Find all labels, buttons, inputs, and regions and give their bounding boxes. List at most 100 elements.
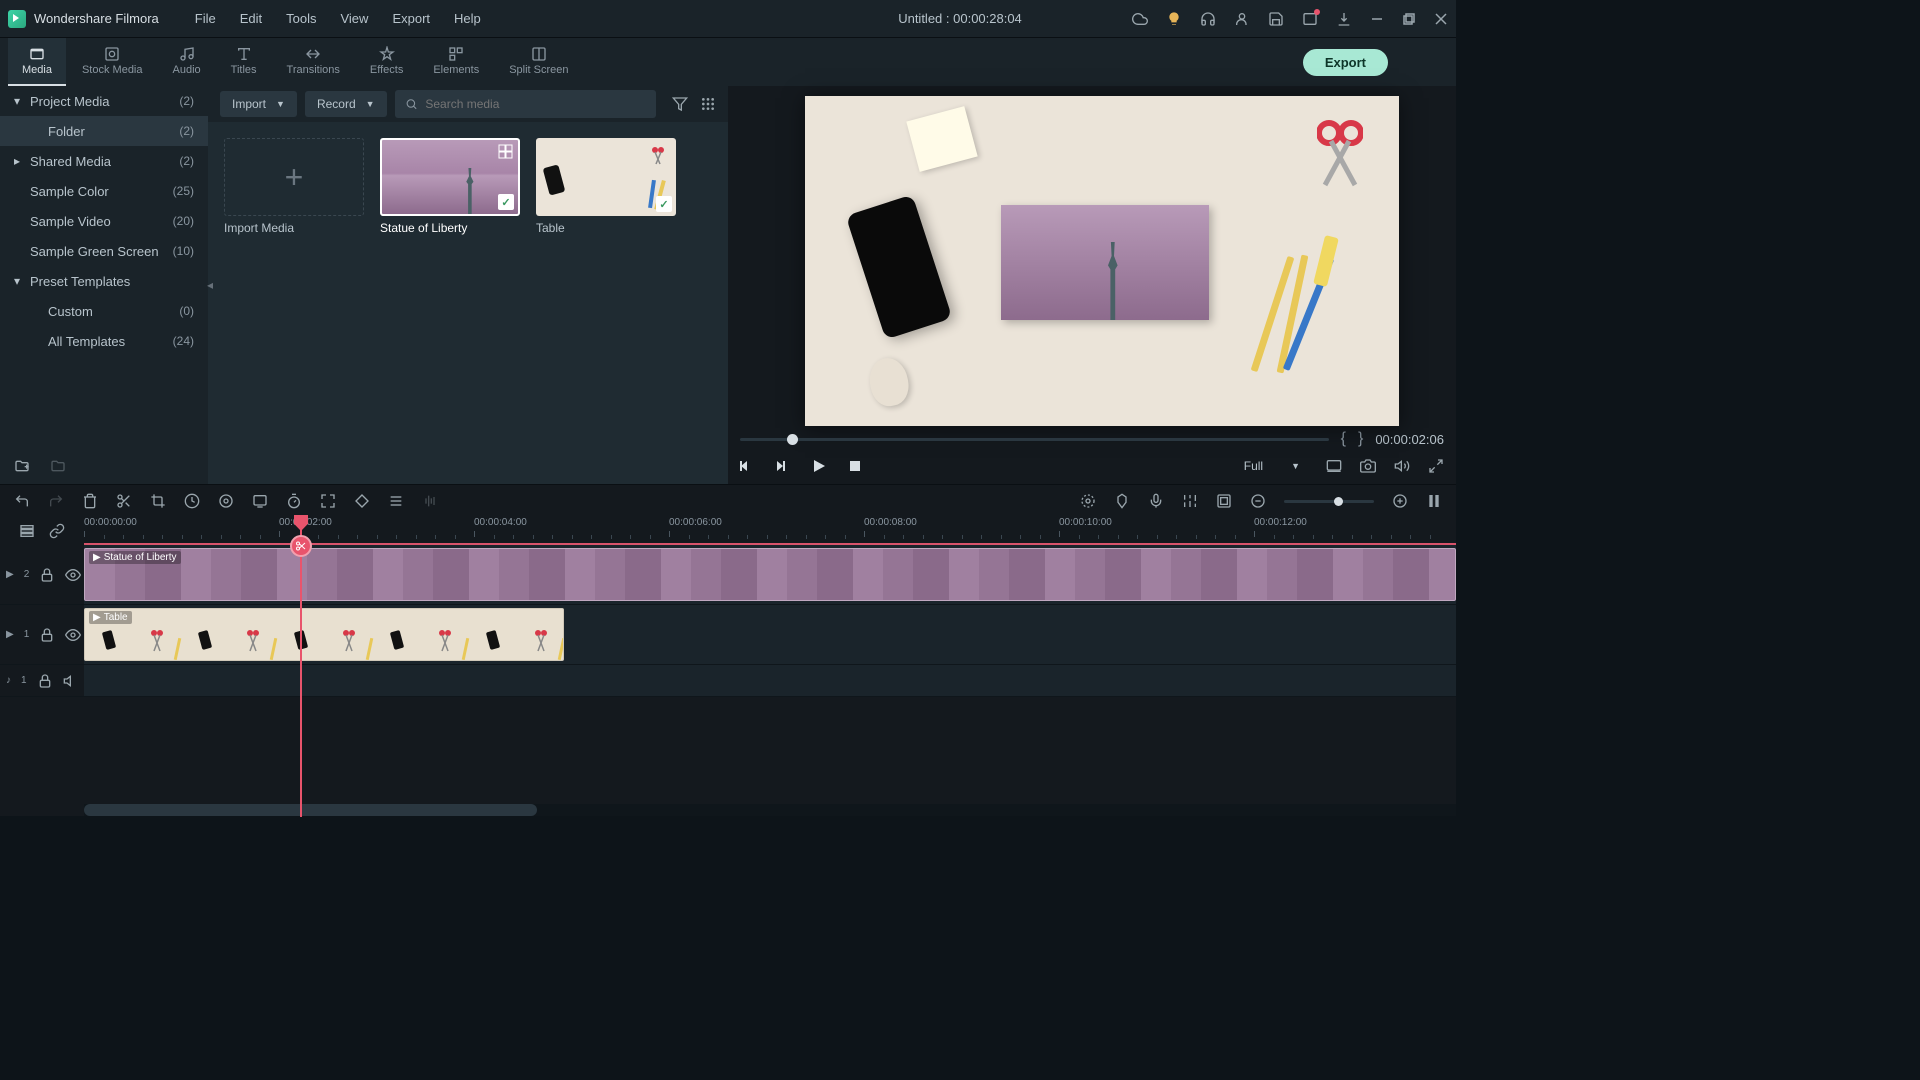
sidebar-collapse-handle[interactable]: ◂	[207, 265, 217, 305]
menu-help[interactable]: Help	[442, 11, 493, 26]
export-button[interactable]: Export	[1303, 49, 1388, 76]
cloud-icon[interactable]	[1132, 11, 1148, 27]
minimize-button[interactable]	[1370, 12, 1384, 26]
tab-stock-media[interactable]: Stock Media	[68, 38, 157, 86]
sidebar-item-project-media[interactable]: ▾Project Media(2)	[0, 86, 208, 116]
fullscreen-icon[interactable]	[1428, 458, 1444, 474]
play-icon: ▶	[93, 552, 101, 563]
tab-split-screen[interactable]: Split Screen	[495, 38, 582, 86]
prev-frame-button[interactable]	[740, 459, 754, 473]
voiceover-button[interactable]	[1148, 493, 1164, 509]
notification-icon[interactable]	[1302, 11, 1318, 27]
close-button[interactable]	[1434, 12, 1448, 26]
render-button[interactable]	[1080, 493, 1096, 509]
mute-icon[interactable]	[63, 673, 79, 689]
sidebar-item-folder[interactable]: Folder(2)	[0, 116, 208, 146]
zoom-slider[interactable]	[1284, 500, 1374, 503]
stop-button[interactable]	[848, 459, 862, 473]
save-icon[interactable]	[1268, 11, 1284, 27]
settings-button[interactable]	[388, 493, 404, 509]
clip-statue-of-liberty[interactable]: ▶Statue of Liberty	[84, 548, 1456, 601]
timeline-scrollbar[interactable]	[84, 804, 1456, 816]
eye-icon[interactable]	[65, 567, 81, 583]
used-badge-icon	[498, 144, 514, 160]
tab-effects[interactable]: Effects	[356, 38, 417, 86]
menu-file[interactable]: File	[183, 11, 228, 26]
menu-edit[interactable]: Edit	[228, 11, 274, 26]
mark-in-icon[interactable]: {	[1341, 430, 1346, 448]
sidebar-item-sample-green-screen[interactable]: Sample Green Screen(10)	[0, 236, 208, 266]
search-input[interactable]	[425, 97, 646, 111]
user-icon[interactable]	[1234, 11, 1250, 27]
tab-transitions[interactable]: Transitions	[273, 38, 354, 86]
app-name: Wondershare Filmora	[34, 11, 159, 26]
expand-button[interactable]	[320, 493, 336, 509]
link-icon[interactable]	[49, 523, 65, 539]
playhead-scissors-icon[interactable]	[290, 535, 312, 557]
sidebar-item-sample-video[interactable]: Sample Video(20)	[0, 206, 208, 236]
lightbulb-icon[interactable]	[1166, 11, 1182, 27]
progress-thumb[interactable]	[787, 434, 798, 445]
lock-icon[interactable]	[37, 673, 53, 689]
split-button[interactable]	[116, 493, 132, 509]
tab-titles[interactable]: Titles	[217, 38, 271, 86]
next-frame-button[interactable]	[776, 459, 790, 473]
sidebar-item-all-templates[interactable]: All Templates(24)	[0, 326, 208, 356]
delete-button[interactable]	[82, 493, 98, 509]
green-screen-button[interactable]	[252, 493, 268, 509]
record-dropdown[interactable]: Record▼	[305, 91, 387, 117]
playhead[interactable]	[300, 517, 302, 817]
lock-icon[interactable]	[39, 567, 55, 583]
duration-button[interactable]	[286, 493, 302, 509]
menu-view[interactable]: View	[328, 11, 380, 26]
import-media-tile[interactable]: + Import Media	[224, 138, 364, 235]
zoom-in-button[interactable]	[1392, 493, 1408, 509]
sidebar-item-preset-templates[interactable]: ▾Preset Templates	[0, 266, 208, 296]
media-item-liberty[interactable]: ✓ Statue of Liberty	[380, 138, 520, 235]
undo-button[interactable]	[14, 493, 30, 509]
download-icon[interactable]	[1336, 11, 1352, 27]
sidebar-item-custom[interactable]: Custom(0)	[0, 296, 208, 326]
render-preview-icon[interactable]	[1326, 458, 1342, 474]
crop-button[interactable]	[150, 493, 166, 509]
zoom-to-fit-button[interactable]	[1426, 493, 1442, 509]
desk-photo-graphic	[1001, 205, 1209, 321]
menu-tools[interactable]: Tools	[274, 11, 328, 26]
folder-icon[interactable]	[50, 458, 66, 474]
tab-elements[interactable]: Elements	[419, 38, 493, 86]
redo-button[interactable]	[48, 493, 64, 509]
marker-button[interactable]	[1114, 493, 1130, 509]
display-mode-dropdown[interactable]: Full▼	[1236, 456, 1308, 476]
snapshot-icon[interactable]	[1360, 458, 1376, 474]
grid-view-icon[interactable]	[700, 96, 716, 112]
media-item-table[interactable]: ✓ Table	[536, 138, 676, 235]
play-button[interactable]	[812, 459, 826, 473]
sidebar-item-shared-media[interactable]: ▸Shared Media(2)	[0, 146, 208, 176]
import-dropdown[interactable]: Import▼	[220, 91, 297, 117]
color-button[interactable]	[218, 493, 234, 509]
sidebar-item-sample-color[interactable]: Sample Color(25)	[0, 176, 208, 206]
preview-canvas[interactable]	[728, 86, 1456, 430]
tab-media[interactable]: Media	[8, 38, 66, 86]
eye-icon[interactable]	[65, 627, 81, 643]
zoom-thumb[interactable]	[1334, 497, 1343, 506]
keyframe-button[interactable]	[354, 493, 370, 509]
clip-table[interactable]: ▶Table	[84, 608, 564, 661]
mark-out-icon[interactable]: }	[1358, 430, 1363, 448]
new-folder-icon[interactable]	[14, 458, 30, 474]
volume-icon[interactable]	[1394, 458, 1410, 474]
lock-icon[interactable]	[39, 627, 55, 643]
track-size-button[interactable]	[1216, 493, 1232, 509]
menu-export[interactable]: Export	[380, 11, 442, 26]
mixer-button[interactable]	[1182, 493, 1198, 509]
track-manager-icon[interactable]	[19, 523, 35, 539]
timeline-ruler[interactable]: 00:00:00:0000:00:02:0000:00:04:0000:00:0…	[84, 517, 1456, 545]
zoom-out-button[interactable]	[1250, 493, 1266, 509]
maximize-button[interactable]	[1402, 12, 1416, 26]
headphones-icon[interactable]	[1200, 11, 1216, 27]
filter-icon[interactable]	[672, 96, 688, 112]
speed-button[interactable]	[184, 493, 200, 509]
audio-sync-button[interactable]	[422, 493, 438, 509]
tab-audio[interactable]: Audio	[159, 38, 215, 86]
preview-progress-bar[interactable]	[740, 438, 1329, 441]
